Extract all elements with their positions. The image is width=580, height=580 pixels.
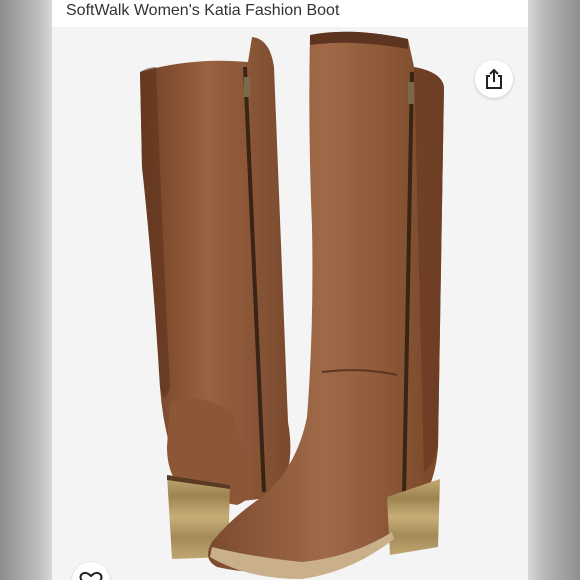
- blurred-right-panel: [528, 0, 580, 580]
- blurred-left-panel: [0, 0, 52, 580]
- share-icon: [486, 68, 502, 89]
- heart-icon: [79, 571, 103, 580]
- product-image[interactable]: [52, 27, 528, 580]
- boots-illustration: [140, 31, 444, 579]
- share-button[interactable]: [475, 60, 513, 98]
- left-boot: [140, 37, 291, 559]
- product-title: SoftWalk Women's Katia Fashion Boot: [66, 2, 340, 19]
- product-card: SoftWalk Women's Katia Fashion Boot: [52, 0, 528, 580]
